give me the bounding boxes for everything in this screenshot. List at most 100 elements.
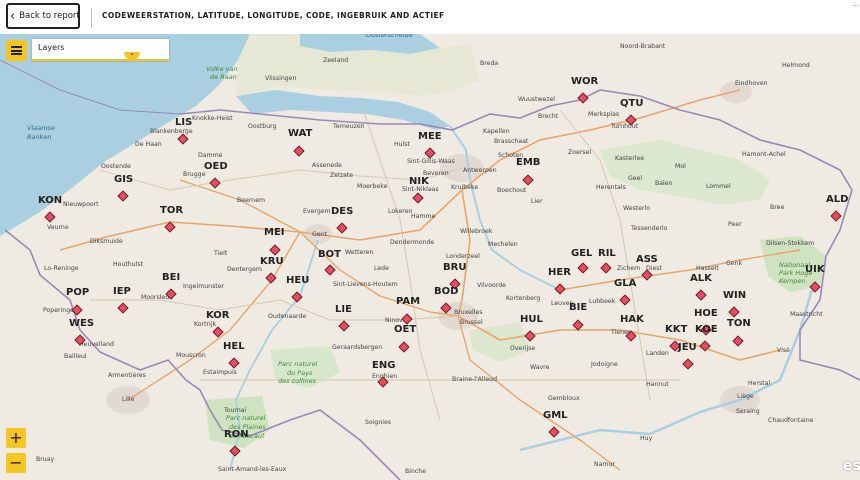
top-bar: ‹ Back to report CODEWEERSTATION, LATITU… bbox=[0, 0, 860, 34]
place-label: Namur bbox=[594, 461, 615, 468]
place-label: Zichem bbox=[617, 265, 640, 272]
place-label: Lokeren bbox=[388, 208, 413, 215]
place-label: Beernem bbox=[237, 197, 265, 204]
place-label: Soignies bbox=[365, 419, 391, 426]
place-label: Lede bbox=[374, 265, 389, 272]
place-label: Lier bbox=[531, 198, 543, 205]
layers-expand-tab[interactable]: ⌄ bbox=[124, 49, 140, 60]
chevron-down-icon: ⌄ bbox=[129, 49, 135, 57]
station-code-label: BIE bbox=[569, 302, 587, 313]
station-code-label: BOD bbox=[434, 286, 458, 297]
place-label: Poperinge bbox=[43, 307, 74, 314]
place-label: Merksplas bbox=[588, 111, 619, 118]
park-label: Volke van bbox=[206, 65, 238, 73]
place-label: Landen bbox=[646, 350, 669, 357]
place-label: Brecht bbox=[538, 113, 559, 120]
place-label: Armentières bbox=[108, 371, 146, 379]
layers-panel[interactable]: Layers ⌄ bbox=[32, 39, 169, 61]
station-code-label: KON bbox=[38, 195, 62, 206]
park-label: des collines bbox=[278, 377, 317, 385]
place-label: Moerbeke bbox=[357, 183, 388, 190]
place-label: Zeeland bbox=[323, 57, 348, 64]
place-label: Geel bbox=[628, 175, 642, 182]
place-label: Geraardsbergen bbox=[332, 344, 382, 351]
place-label: Wetteren bbox=[345, 249, 373, 256]
place-label: Lille bbox=[122, 396, 135, 403]
place-label: Oudenaarde bbox=[268, 313, 306, 320]
station-code-label: PAM bbox=[396, 296, 420, 307]
place-label: Gembloux bbox=[548, 395, 580, 402]
station-code-label: NIK bbox=[409, 176, 430, 187]
sea-label: Vlaamse bbox=[27, 124, 55, 132]
place-label: Peer bbox=[728, 221, 742, 228]
station-code-label: GLA bbox=[614, 278, 637, 289]
place-label: Mouscron bbox=[176, 352, 206, 359]
station-code-label: WES bbox=[69, 318, 94, 329]
place-label: Herstal bbox=[748, 380, 770, 387]
station-code-label: LIE bbox=[335, 304, 352, 315]
station-code-label: MEE bbox=[418, 131, 442, 142]
place-label: Hulst bbox=[394, 141, 411, 148]
station-code-label: KOE bbox=[695, 324, 718, 335]
back-to-report-button[interactable]: ‹ Back to report bbox=[6, 3, 80, 29]
station-code-label: IEP bbox=[113, 286, 131, 297]
place-label: Dilsen-Stokkem bbox=[766, 240, 814, 247]
place-label: Nieuwpoort bbox=[63, 201, 99, 208]
station-code-label: DES bbox=[331, 206, 353, 217]
place-label: Bruay bbox=[36, 456, 55, 463]
station-code-label: RIL bbox=[598, 248, 616, 259]
station-code-label: TOR bbox=[160, 205, 183, 216]
place-label: Visé bbox=[777, 346, 790, 354]
park-label: de Raan bbox=[210, 73, 237, 81]
place-label: Huy bbox=[640, 435, 653, 442]
place-label: Tielt bbox=[213, 250, 228, 257]
place-label: Herentals bbox=[596, 184, 626, 191]
station-code-label: GEL bbox=[571, 248, 593, 259]
place-label: Bruxelles bbox=[454, 309, 482, 316]
place-label: Lubbeek bbox=[589, 298, 616, 305]
map-canvas[interactable]: Vlissingen Zeeland Noord-Brabant Helmond Ein… bbox=[0, 34, 860, 480]
zoom-out-button[interactable]: − bbox=[6, 453, 26, 473]
esri-attribution: es bbox=[843, 458, 860, 474]
place-label: Assenede bbox=[312, 162, 342, 169]
place-label: Seraing bbox=[736, 408, 760, 415]
place-label: Liège bbox=[737, 392, 754, 400]
place-label: Helmond bbox=[782, 62, 810, 69]
station-code-label: GIS bbox=[114, 174, 133, 185]
place-label: Hannut bbox=[646, 381, 669, 388]
more-options-icon[interactable]: … bbox=[852, 0, 859, 8]
place-label: Londerzeel bbox=[446, 253, 480, 260]
place-label: Sint-Lievens-Houtem bbox=[333, 281, 398, 288]
place-label: Saint-Amand-les-Eaux bbox=[218, 466, 287, 473]
chevron-left-icon: ‹ bbox=[10, 8, 16, 24]
place-label: Hamme bbox=[411, 213, 435, 220]
station-code-label: GML bbox=[543, 410, 568, 421]
place-label: Ingelmunster bbox=[183, 283, 225, 290]
visual-title: CODEWEERSTATION, LATITUDE, LONGITUDE, CO… bbox=[102, 11, 445, 20]
place-label: Brasschaat bbox=[494, 138, 529, 145]
station-code-label: POP bbox=[66, 287, 89, 298]
place-label: Zelzate bbox=[330, 172, 353, 179]
place-label: Oostburg bbox=[248, 123, 277, 130]
place-label: Maastricht bbox=[790, 311, 823, 318]
place-label: Heuvelland bbox=[79, 341, 114, 348]
place-label: Kortenberg bbox=[506, 295, 540, 302]
station-code-label: KRU bbox=[260, 256, 284, 267]
place-label: Vilvoorde bbox=[477, 282, 506, 289]
place-label: Westerlo bbox=[623, 205, 650, 212]
place-label: Evergem bbox=[303, 208, 331, 215]
place-label: Lo-Reninge bbox=[44, 265, 79, 272]
hamburger-menu-button[interactable] bbox=[6, 40, 27, 61]
station-code-label: HEL bbox=[223, 341, 245, 352]
station-code-label: WAT bbox=[288, 128, 313, 139]
park-label: du Pays bbox=[287, 369, 313, 377]
station-code-label: EMB bbox=[516, 157, 540, 168]
back-button-label: Back to report bbox=[19, 11, 80, 21]
place-label: Dentergem bbox=[227, 266, 262, 273]
place-label: Antwerpen bbox=[463, 167, 497, 174]
place-label: Brussel bbox=[460, 319, 483, 326]
place-label: Mol bbox=[675, 163, 686, 170]
header-divider bbox=[91, 8, 92, 28]
place-label: Zoersel bbox=[568, 149, 591, 156]
zoom-in-button[interactable]: + bbox=[6, 428, 26, 448]
